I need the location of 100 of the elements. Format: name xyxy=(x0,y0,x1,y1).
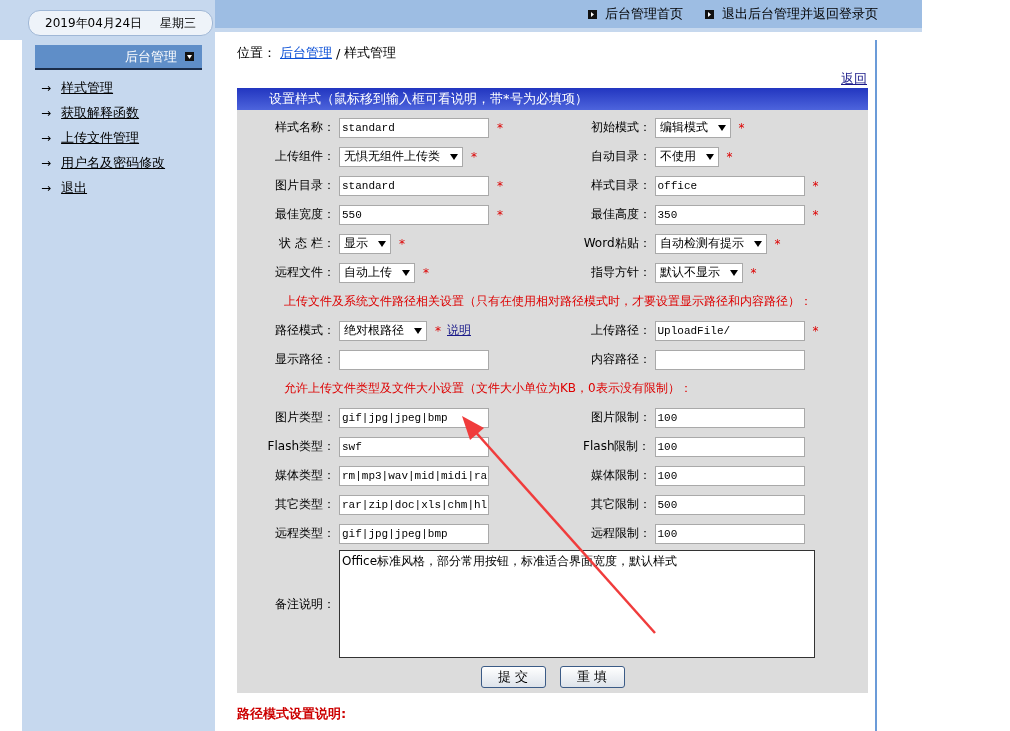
caret-icon xyxy=(717,124,726,131)
field-label: 远程限制： xyxy=(589,525,651,542)
input-field[interactable]: UploadFile/ xyxy=(654,320,805,341)
input-field[interactable]: swf xyxy=(339,436,489,457)
input-field[interactable]: 100 xyxy=(654,523,805,544)
field-label: 样式名称： xyxy=(274,119,335,136)
section-note: 允许上传文件类型及文件大小设置（文件大小单位为KB，0表示没有限制）： xyxy=(283,380,692,397)
field-label: 备注说明： xyxy=(274,595,335,613)
caret-icon xyxy=(414,327,422,334)
sidebar-link[interactable]: 样式管理 xyxy=(61,78,114,97)
required-mark: * xyxy=(435,323,441,338)
header-link[interactable]: 退出后台管理并返回登录页 xyxy=(722,5,878,23)
field-label: Flash限制： xyxy=(582,438,651,455)
field-label: 图片目录： xyxy=(274,177,335,194)
square-bullet-icon xyxy=(705,9,714,19)
back-link[interactable]: 返回 xyxy=(841,70,867,86)
section-heading: 路径模式设置说明: xyxy=(237,705,348,723)
field-label: 远程类型： xyxy=(274,525,335,542)
field-label: 媒体类型： xyxy=(274,467,335,484)
select-field[interactable]: 自动检测有提示 xyxy=(654,233,767,254)
select-field[interactable]: 无惧无组件上传类 xyxy=(339,146,463,167)
required-mark: * xyxy=(726,149,733,164)
field-label: 图片类型： xyxy=(274,409,335,426)
field-label: Word粘贴： xyxy=(582,235,651,252)
field-label: 上传组件： xyxy=(274,148,335,165)
caret-icon xyxy=(729,269,738,276)
arrow-bullet: → xyxy=(41,180,52,195)
input-field[interactable]: office xyxy=(654,175,805,196)
input-field[interactable]: 550 xyxy=(339,204,489,225)
input-field[interactable]: 350 xyxy=(654,204,805,225)
field-label: 最佳高度： xyxy=(589,206,651,223)
required-mark: * xyxy=(812,178,819,193)
input-field[interactable]: rm|mp3|wav|mid|midi|ra xyxy=(339,465,489,486)
field-label: 其它限制： xyxy=(589,496,651,513)
breadcrumb-current: 样式管理 xyxy=(344,44,397,62)
caret-icon xyxy=(705,153,714,160)
input-field[interactable]: standard xyxy=(339,117,489,138)
select-field[interactable]: 默认不显示 xyxy=(654,262,743,283)
select-field[interactable]: 不使用 xyxy=(654,146,719,167)
field-label: 媒体限制： xyxy=(589,467,651,484)
field-label: 远程文件： xyxy=(274,264,335,281)
sidebar-link[interactable]: 用户名及密码修改 xyxy=(61,153,166,172)
breadcrumb-separator: / xyxy=(336,45,341,61)
input-field[interactable]: gif|jpg|jpeg|bmp xyxy=(339,407,489,428)
field-label: 状 态 栏： xyxy=(278,235,335,252)
breadcrumb-link[interactable]: 后台管理 xyxy=(280,44,332,62)
required-mark: * xyxy=(399,236,405,251)
expand-icon[interactable] xyxy=(185,52,194,61)
field-label: 内容路径： xyxy=(589,351,651,368)
required-mark: * xyxy=(471,149,477,164)
sidebar-link[interactable]: 上传文件管理 xyxy=(61,128,140,147)
field-label: 上传路径： xyxy=(589,322,651,339)
input-field[interactable]: 100 xyxy=(654,436,805,457)
field-label: 图片限制： xyxy=(589,409,651,426)
required-mark: * xyxy=(497,207,503,222)
input-field[interactable]: 100 xyxy=(654,465,805,486)
input-field[interactable]: 500 xyxy=(654,494,805,515)
arrow-bullet: → xyxy=(41,130,52,145)
select-field[interactable]: 自动上传 xyxy=(339,262,415,283)
field-label: 初始模式： xyxy=(589,119,651,136)
arrow-bullet: → xyxy=(41,80,52,95)
form-button[interactable]: 重 填 xyxy=(559,666,625,688)
field-label: 最佳宽度： xyxy=(274,206,335,223)
header-link[interactable]: 后台管理首页 xyxy=(605,5,683,23)
form-title-bar: 设置样式（鼠标移到输入框可看说明，带*号为必填项） xyxy=(237,88,868,110)
sidebar-link[interactable]: 获取解释函数 xyxy=(61,103,140,122)
sidebar-link[interactable]: 退出 xyxy=(61,178,88,197)
square-bullet-icon xyxy=(588,9,597,19)
input-field[interactable]: 100 xyxy=(654,407,805,428)
required-mark: * xyxy=(812,323,819,338)
field-label: 自动目录： xyxy=(589,148,651,165)
field-label: 样式目录： xyxy=(589,177,651,194)
select-field[interactable]: 绝对根路径 xyxy=(339,320,427,341)
field-label: 其它类型： xyxy=(274,496,335,513)
breadcrumb-label: 位置： xyxy=(237,44,276,62)
select-field[interactable]: 显示 xyxy=(339,233,391,254)
select-field[interactable]: 编辑模式 xyxy=(654,117,731,138)
sidebar-title-text: 后台管理 xyxy=(125,47,177,66)
input-field[interactable] xyxy=(654,349,805,370)
required-mark: * xyxy=(423,265,429,280)
arrow-bullet: → xyxy=(41,155,52,170)
required-mark: * xyxy=(497,178,503,193)
input-field[interactable]: gif|jpg|jpeg|bmp xyxy=(339,523,489,544)
field-label: Flash类型： xyxy=(266,438,335,455)
arrow-bullet: → xyxy=(41,105,52,120)
section-note: 上传文件及系统文件路径相关设置（只有在使用相对路径模式时，才要设置显示路径和内容路径）： xyxy=(283,293,812,310)
form-button[interactable]: 提 交 xyxy=(480,666,546,688)
input-field[interactable]: standard xyxy=(339,175,489,196)
caret-icon xyxy=(378,240,386,247)
field-label: 路径模式： xyxy=(274,322,335,339)
field-label: 显示路径： xyxy=(274,351,335,368)
weekday-text: 星期三 xyxy=(160,14,197,32)
required-mark: * xyxy=(774,236,781,251)
required-mark: * xyxy=(738,120,745,135)
required-mark: * xyxy=(497,120,503,135)
caret-icon xyxy=(753,240,762,247)
input-field[interactable]: rar|zip|doc|xls|chm|hl xyxy=(339,494,489,515)
input-field[interactable] xyxy=(339,349,489,370)
field-label: 指导方针： xyxy=(589,264,651,281)
help-link[interactable]: 说明 xyxy=(447,322,471,339)
